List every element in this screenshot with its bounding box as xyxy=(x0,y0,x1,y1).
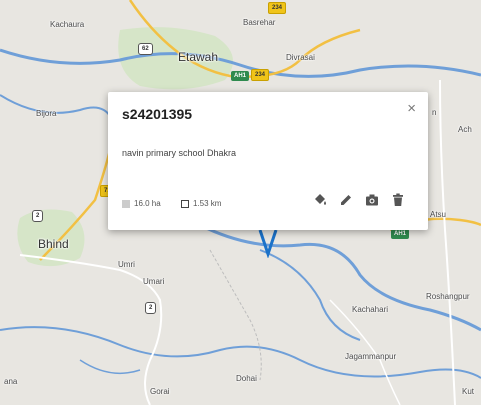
road-shield-234-top: 234 xyxy=(268,2,287,14)
place-achalda: Ach xyxy=(458,125,472,134)
place-etawah: Etawah xyxy=(178,50,219,64)
place-kachahari: Kachahari xyxy=(352,305,389,314)
place-bhind: Bhind xyxy=(38,237,69,251)
place-jagammanpur: Jagammanpur xyxy=(345,352,397,361)
place-edge-n: n xyxy=(432,108,437,117)
place-gorai: Gorai xyxy=(150,387,170,396)
area-value: 16.0 ha xyxy=(134,199,161,208)
place-umri: Umri xyxy=(118,260,135,269)
length-value: 1.53 km xyxy=(193,199,222,208)
map-pointer-icon[interactable] xyxy=(258,228,278,258)
length-stat: 1.53 km xyxy=(181,199,221,208)
feature-info-popup: s24201395 × navin primary school Dhakra … xyxy=(108,92,428,230)
road-shield-ah1: AH1 xyxy=(231,71,250,81)
popup-title: s24201395 xyxy=(122,106,193,122)
trash-icon[interactable] xyxy=(390,192,406,208)
paint-bucket-icon[interactable] xyxy=(312,192,328,208)
area-swatch-icon xyxy=(122,199,130,208)
camera-icon[interactable] xyxy=(364,192,380,208)
place-kachaura: Kachaura xyxy=(50,20,85,29)
area-stat: 16.0 ha xyxy=(122,199,161,208)
road-shield-2-umari: 2 xyxy=(145,302,157,314)
pencil-icon[interactable] xyxy=(338,192,354,208)
place-bijora: Bijora xyxy=(36,109,57,118)
place-atsu: Atsu xyxy=(430,210,447,219)
road-shield-234: 234 xyxy=(251,69,270,81)
road-shield-2-left: 2 xyxy=(32,210,44,222)
place-roshangpur: Roshangpur xyxy=(426,292,470,301)
place-umari: Umari xyxy=(143,277,165,286)
popup-description: navin primary school Dhakra xyxy=(122,148,237,158)
place-ana: ana xyxy=(4,377,18,386)
close-icon[interactable]: × xyxy=(407,101,416,116)
place-divrasai: Divrasai xyxy=(286,53,315,62)
place-kut: Kut xyxy=(462,387,475,396)
road-shield-ah1-right: AH1 xyxy=(391,229,410,239)
length-swatch-icon xyxy=(181,199,189,208)
place-basrehar: Basrehar xyxy=(243,18,276,27)
place-dohai: Dohai xyxy=(236,374,257,383)
road-shield-62: 62 xyxy=(138,43,153,55)
